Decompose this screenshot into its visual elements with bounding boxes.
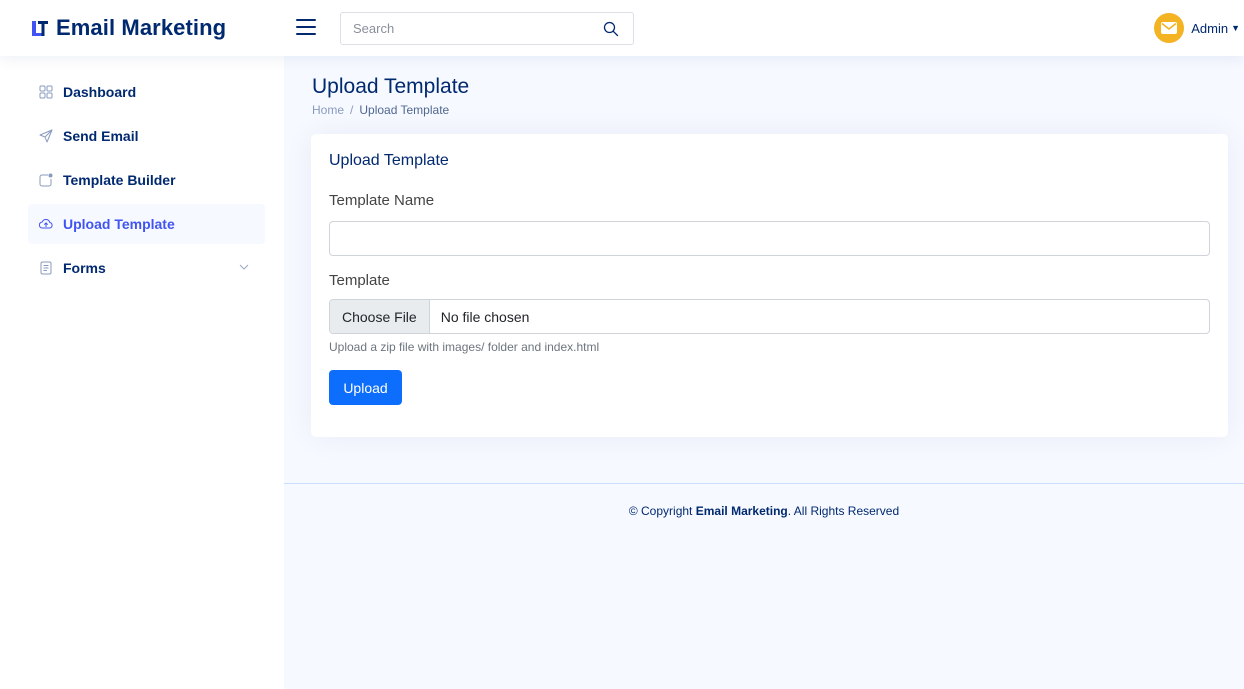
footer: © Copyright Email Marketing. All Rights … bbox=[284, 483, 1244, 689]
sidebar-item-label: Send Email bbox=[63, 128, 139, 144]
sidebar-item-label: Template Builder bbox=[63, 172, 176, 188]
template-name-input[interactable] bbox=[329, 221, 1210, 256]
upload-template-card: Upload Template Template Name Template C… bbox=[311, 134, 1228, 437]
page-title-section: Upload Template Home / Upload Template bbox=[312, 75, 469, 117]
sidebar-toggle-icon[interactable] bbox=[296, 19, 316, 37]
sidebar-item-label: Forms bbox=[63, 260, 106, 276]
logo-text: Email Marketing bbox=[56, 15, 227, 40]
profile-name: Admin bbox=[1191, 20, 1229, 36]
main-content: Upload Template Home / Upload Template U… bbox=[284, 56, 1244, 689]
sidebar: Dashboard Send Email Template Builder Up… bbox=[0, 56, 284, 689]
sidebar-item-label: Dashboard bbox=[63, 84, 137, 100]
choose-file-button[interactable]: Choose File bbox=[330, 300, 430, 333]
avatar bbox=[1154, 13, 1185, 43]
cloud-upload-icon bbox=[39, 218, 53, 229]
sidebar-item-label: Upload Template bbox=[63, 216, 175, 232]
logo-icon bbox=[32, 21, 48, 36]
sidebar-item-upload-template[interactable]: Upload Template bbox=[28, 204, 265, 244]
grid-icon bbox=[39, 85, 53, 99]
copyright: © Copyright Email Marketing. All Rights … bbox=[284, 504, 1244, 518]
page-title: Upload Template bbox=[312, 75, 470, 98]
caret-down-icon: ▼ bbox=[1231, 23, 1240, 33]
sidebar-nav: Dashboard Send Email Template Builder Up… bbox=[0, 56, 284, 288]
logo[interactable]: Email Marketing bbox=[30, 14, 226, 42]
search-icon[interactable] bbox=[603, 21, 619, 37]
file-status: No file chosen bbox=[440, 308, 530, 325]
help-text: Upload a zip file with images/ folder an… bbox=[329, 340, 600, 354]
form-icon bbox=[40, 261, 52, 275]
template-icon bbox=[39, 173, 53, 187]
search-input[interactable] bbox=[341, 13, 581, 44]
upload-button[interactable]: Upload bbox=[329, 370, 402, 405]
breadcrumb-separator: / bbox=[350, 103, 354, 117]
copyright-brand: Email Marketing bbox=[695, 504, 788, 518]
template-name-label: Template Name bbox=[329, 192, 435, 209]
copyright-prefix: © Copyright bbox=[628, 504, 693, 518]
search-bar bbox=[340, 12, 634, 45]
breadcrumb: Home / Upload Template bbox=[312, 103, 469, 117]
breadcrumb-home[interactable]: Home bbox=[312, 103, 344, 117]
header: Email Marketing Admin ▼ bbox=[0, 0, 1244, 56]
profile-dropdown[interactable]: Admin ▼ bbox=[1154, 12, 1240, 44]
envelope-icon bbox=[1161, 22, 1178, 34]
sidebar-item-dashboard[interactable]: Dashboard bbox=[28, 72, 265, 112]
chevron-down-icon bbox=[239, 264, 249, 270]
sidebar-item-forms[interactable]: Forms bbox=[28, 248, 265, 288]
template-file-input[interactable]: Choose File No file chosen bbox=[329, 299, 1210, 334]
copyright-suffix: . All Rights Reserved bbox=[787, 504, 900, 518]
send-icon bbox=[39, 129, 53, 143]
card-title: Upload Template bbox=[329, 152, 449, 169]
sidebar-item-send-email[interactable]: Send Email bbox=[28, 116, 265, 156]
sidebar-item-template-builder[interactable]: Template Builder bbox=[28, 160, 265, 200]
template-label: Template bbox=[329, 272, 390, 289]
breadcrumb-current: Upload Template bbox=[359, 103, 450, 117]
